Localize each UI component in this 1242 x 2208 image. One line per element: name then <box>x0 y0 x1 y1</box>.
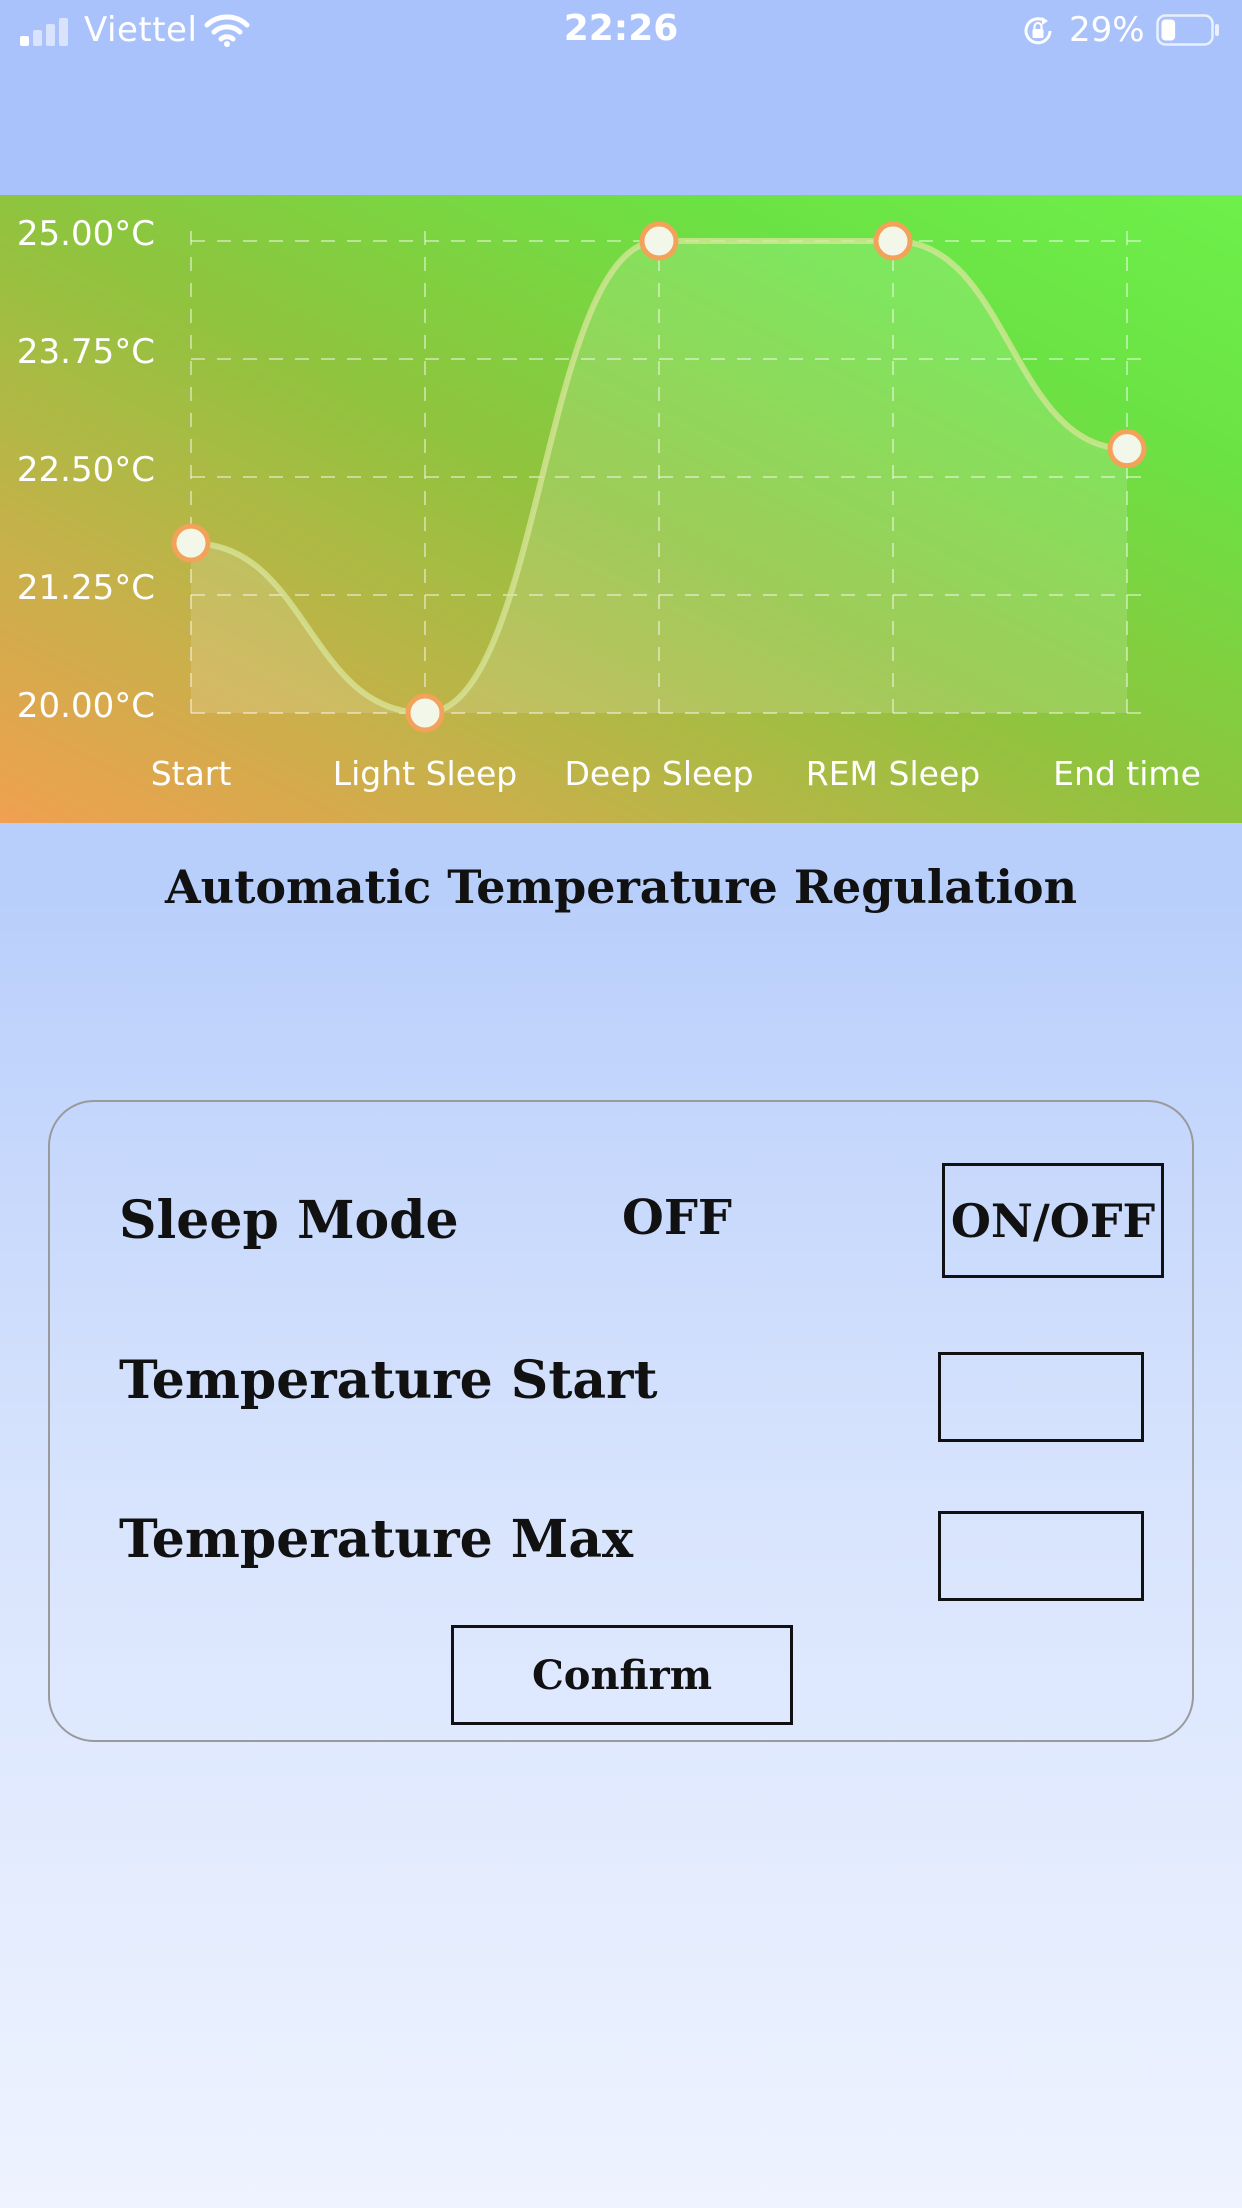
temperature-max-label: Temperature Max <box>119 1509 634 1570</box>
temperature-start-label: Temperature Start <box>119 1350 658 1411</box>
y-tick-label: 20.00°C <box>17 686 155 726</box>
data-point <box>873 221 913 261</box>
orientation-lock-icon <box>1024 17 1052 45</box>
temperature-start-input[interactable] <box>938 1352 1144 1442</box>
confirm-button[interactable]: Confirm <box>451 1625 793 1725</box>
sleep-mode-status: OFF <box>622 1190 732 1246</box>
y-tick-label: 21.25°C <box>17 568 155 608</box>
data-point <box>639 221 679 261</box>
on-off-button[interactable]: ON/OFF <box>942 1163 1164 1278</box>
sleep-mode-label: Sleep Mode <box>119 1190 459 1251</box>
status-bar: Viettel 22:26 29% <box>0 0 1242 62</box>
page-title: Automatic Temperature Regulation <box>164 860 1078 914</box>
x-tick-label: Start <box>151 754 232 793</box>
temperature-chart: 25.00°C 23.75°C 22.50°C 21.25°C 20.00°C Start… <box>0 195 1242 823</box>
battery-percent: 29% <box>1069 10 1145 50</box>
battery-icon <box>1156 14 1219 46</box>
x-tick-label: REM Sleep <box>806 754 980 793</box>
x-tick-label: Deep Sleep <box>564 754 753 793</box>
y-tick-label: 23.75°C <box>17 332 155 372</box>
y-tick-label: 22.50°C <box>17 450 155 490</box>
chart-svg: 25.00°C 23.75°C 22.50°C 21.25°C 20.00°C Start… <box>17 214 1201 793</box>
data-point <box>405 693 445 733</box>
x-tick-label: Light Sleep <box>333 754 518 793</box>
temperature-max-input[interactable] <box>938 1511 1144 1601</box>
y-tick-label: 25.00°C <box>17 214 155 254</box>
data-point <box>171 523 211 563</box>
x-tick-label: End time <box>1053 754 1201 793</box>
data-point <box>1107 429 1147 469</box>
clock: 22:26 <box>563 8 679 49</box>
